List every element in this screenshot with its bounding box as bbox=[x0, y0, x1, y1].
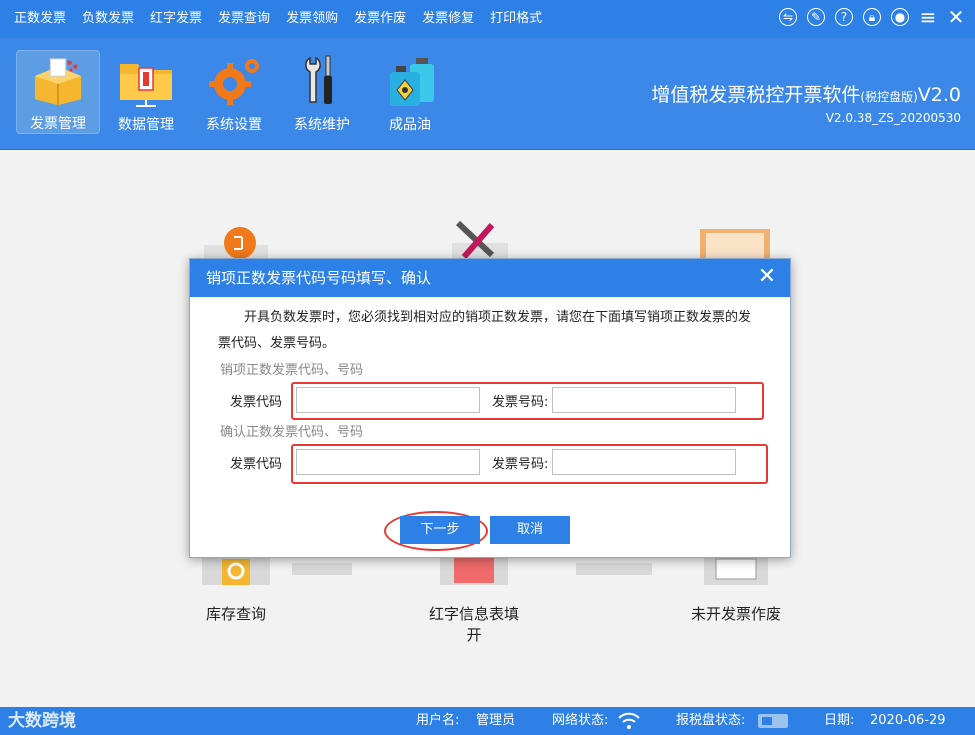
help-icon[interactable]: ? bbox=[835, 8, 853, 26]
oil-can-icon bbox=[390, 58, 434, 106]
confirm-fields-row: 发票代码 发票号码: bbox=[230, 449, 737, 475]
void-invoice-icon bbox=[704, 555, 768, 585]
folder-data-icon bbox=[120, 64, 172, 107]
stock-search-icon bbox=[202, 555, 270, 585]
menu-positive-invoice[interactable]: 正数发票 bbox=[14, 0, 66, 38]
original-number-input[interactable] bbox=[552, 387, 737, 413]
lock-icon[interactable]: 🔒︎ bbox=[863, 8, 881, 26]
section-confirm-title: 确认正数发票代码、号码 bbox=[220, 425, 364, 440]
edit-icon[interactable]: ✎ bbox=[807, 8, 825, 26]
number-label: 发票号码: bbox=[492, 394, 549, 410]
disk-label: 报税盘状态: bbox=[676, 713, 746, 728]
date-value: 2020-06-29 bbox=[870, 713, 946, 728]
user-icon[interactable]: ● bbox=[891, 8, 909, 26]
menu-red-invoice[interactable]: 红字发票 bbox=[150, 0, 202, 38]
tax-disk-icon bbox=[758, 714, 788, 728]
close-icon[interactable]: ✕ bbox=[754, 265, 780, 291]
user-label: 用户名: bbox=[416, 713, 460, 728]
top-menu-bar: 正数发票 负数发票 红字发票 发票查询 发票领购 发票作废 发票修复 打印格式 … bbox=[0, 0, 975, 38]
menu-negative-invoice[interactable]: 负数发票 bbox=[82, 0, 134, 38]
tool-refined-oil[interactable]: 成品油 bbox=[368, 50, 452, 134]
gear-icon bbox=[209, 59, 259, 105]
tools-icon bbox=[305, 55, 332, 104]
swap-icon[interactable]: ⇋ bbox=[779, 8, 797, 26]
red-info-icon bbox=[440, 555, 508, 585]
module-unissued-void[interactable]: 未开发票作废 bbox=[680, 603, 792, 624]
menu-invoice-repair[interactable]: 发票修复 bbox=[422, 0, 474, 38]
original-fields-row: 发票代码 发票号码: bbox=[230, 387, 737, 413]
watermark-logo: 大数跨境 bbox=[8, 711, 76, 731]
brand-build: V2.0.38_ZS_20200530 bbox=[825, 111, 961, 125]
date-label: 日期: bbox=[824, 713, 855, 728]
original-code-input[interactable] bbox=[296, 387, 481, 413]
flow-arrow bbox=[292, 563, 352, 575]
menu-invoice-purchase[interactable]: 发票领购 bbox=[286, 0, 338, 38]
network-label: 网络状态: bbox=[552, 713, 609, 728]
invoice-box-icon bbox=[34, 58, 82, 106]
dialog-title: 销项正数发票代码号码填写、确认 bbox=[206, 269, 432, 287]
tool-system-settings[interactable]: 系统设置 bbox=[192, 50, 276, 134]
next-button[interactable]: 下一步 bbox=[400, 516, 480, 544]
number-label: 发票号码: bbox=[492, 456, 549, 472]
menu-invoice-query[interactable]: 发票查询 bbox=[218, 0, 270, 38]
invoice-code-dialog: 销项正数发票代码号码填写、确认 ✕ 开具负数发票时，您必须找到相对应的销项正数发… bbox=[189, 258, 791, 558]
menu-invoice-void[interactable]: 发票作废 bbox=[354, 0, 406, 38]
wifi-icon bbox=[618, 712, 640, 729]
tool-buttons: 发票管理 数据管理 系统设置 系统维护 成品油 bbox=[16, 50, 456, 134]
module-stock-query[interactable]: 库存查询 bbox=[186, 603, 286, 624]
user-value: 管理员 bbox=[476, 713, 516, 728]
dialog-header: 销项正数发票代码号码填写、确认 ✕ bbox=[190, 259, 790, 297]
flow-arrow bbox=[576, 563, 652, 575]
menu-print-format[interactable]: 打印格式 bbox=[490, 0, 542, 38]
dialog-message: 开具负数发票时，您必须找到相对应的销项正数发票，请您在下面填写销项正数发票的发票… bbox=[218, 310, 752, 351]
confirm-code-input[interactable] bbox=[296, 449, 481, 475]
section-original-title: 销项正数发票代码、号码 bbox=[220, 363, 364, 378]
module-red-info-fill[interactable]: 红字信息表填 开 bbox=[414, 603, 534, 645]
main-menu: 正数发票 负数发票 红字发票 发票查询 发票领购 发票作废 发票修复 打印格式 bbox=[0, 0, 558, 38]
brand: 增值税发票税控开票软件(税控盘版)V2.0 V2.0.38_ZS_2020053… bbox=[651, 80, 961, 125]
tool-system-maintenance[interactable]: 系统维护 bbox=[280, 50, 364, 134]
code-label: 发票代码 bbox=[230, 394, 283, 410]
menu-icon[interactable]: ≡ bbox=[919, 7, 937, 27]
toolbar: 发票管理 数据管理 系统设置 系统维护 成品油 增值税发票税控开票软件(税控盘版… bbox=[0, 38, 975, 150]
brand-title: 增值税发票税控开票软件(税控盘版)V2.0 bbox=[651, 84, 961, 106]
code-label: 发票代码 bbox=[230, 456, 283, 472]
window-controls: ⇋ ✎ ? 🔒︎ ● ≡ ✕ bbox=[769, 7, 965, 27]
cancel-button[interactable]: 取消 bbox=[490, 516, 570, 544]
tool-invoice-management[interactable]: 发票管理 bbox=[16, 50, 100, 134]
close-icon[interactable]: ✕ bbox=[947, 7, 965, 27]
tool-data-management[interactable]: 数据管理 bbox=[104, 50, 188, 134]
confirm-number-input[interactable] bbox=[552, 449, 737, 475]
status-bar: 大数跨境 用户名: 管理员 网络状态: 报税盘状态: 日期: 2020-06-2… bbox=[0, 707, 975, 735]
